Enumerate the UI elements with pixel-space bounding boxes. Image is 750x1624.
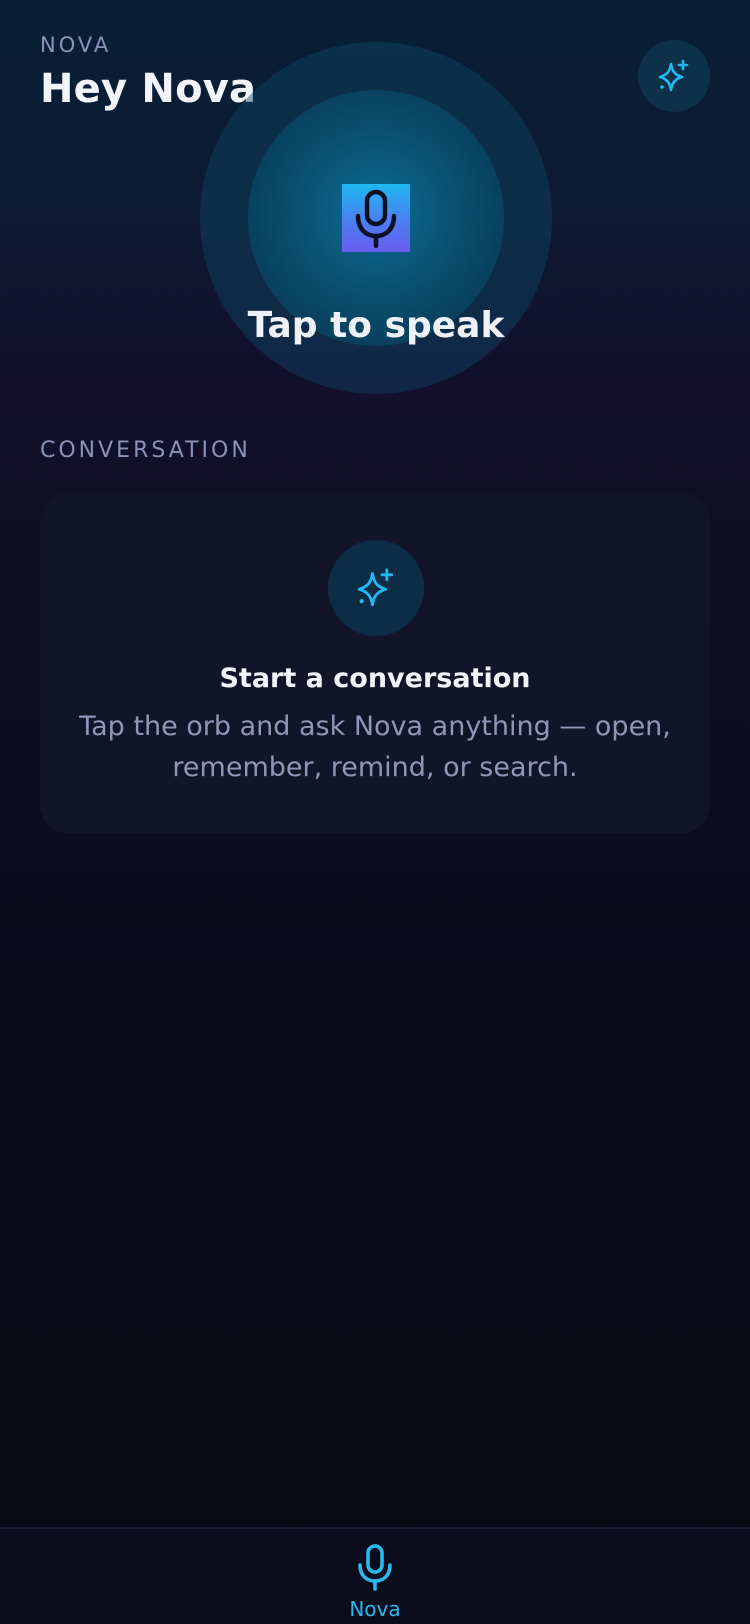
orb-microphone[interactable] xyxy=(342,184,410,252)
conversation-empty-card: Start a conversation Tap the orb and ask… xyxy=(40,492,710,834)
empty-state-body: Tap the orb and ask Nova anything — open… xyxy=(79,711,671,783)
sparkle-button[interactable] xyxy=(638,40,710,112)
section-label-conversation: CONVERSATION xyxy=(40,438,251,463)
empty-state-icon-badge xyxy=(328,540,424,636)
microphone-icon xyxy=(358,1544,392,1591)
page-title: Hey Nova xyxy=(40,66,257,112)
sparkle-icon xyxy=(658,59,689,92)
tab-nova[interactable]: Nova xyxy=(325,1537,425,1624)
tab-nova-label: Nova xyxy=(349,1597,401,1621)
tab-bar: Nova xyxy=(0,1527,750,1624)
app-label: NOVA xyxy=(40,33,112,57)
microphone-icon xyxy=(355,189,397,248)
orb-prompt[interactable]: Tap to speak xyxy=(200,305,552,346)
empty-state-title: Start a conversation xyxy=(219,663,531,694)
sparkle-icon xyxy=(357,568,394,607)
